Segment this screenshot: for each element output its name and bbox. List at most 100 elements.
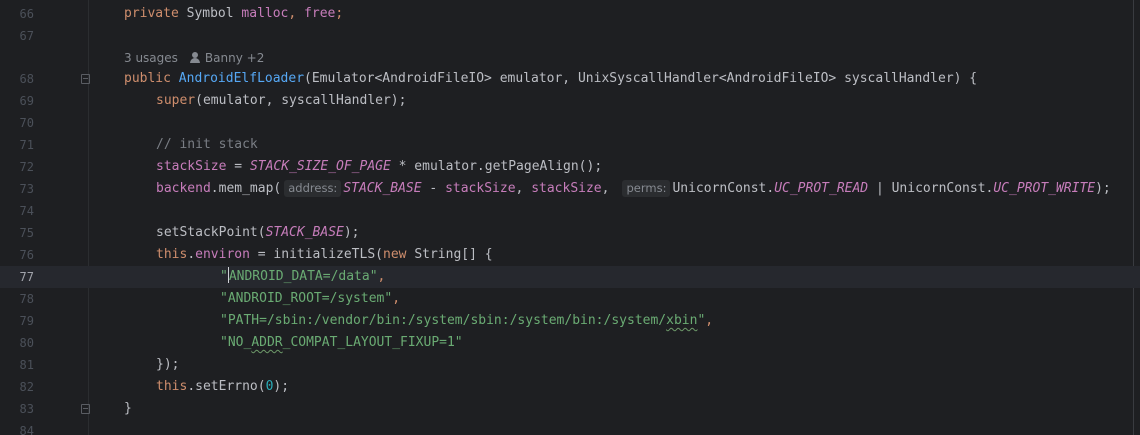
token-expr: * emulator.getPageAlign(); bbox=[390, 159, 603, 174]
line-number: 72 bbox=[19, 160, 34, 174]
code-text[interactable]: backend.mem_map(address: STACK_BASE - sta… bbox=[156, 178, 1111, 200]
token-constant: STACK_SIZE_OF_PAGE bbox=[249, 159, 391, 174]
code-text[interactable]: "ANDROID_DATA=/data", bbox=[220, 266, 385, 288]
code-text[interactable]: this.setErrno(0); bbox=[156, 376, 289, 398]
line-number: 71 bbox=[19, 138, 34, 152]
code-editor[interactable]: 66 private Symbol malloc, free; 67 3 usa… bbox=[0, 0, 1140, 435]
token-expr: | UnicornConst. bbox=[868, 181, 994, 196]
code-text[interactable]: this.environ = initializeTLS(new String[… bbox=[156, 244, 493, 266]
code-text[interactable]: super(emulator, syscallHandler); bbox=[156, 90, 406, 112]
token-punct: ); bbox=[1095, 181, 1111, 196]
token-constant: STACK_BASE bbox=[343, 181, 422, 196]
line-number: 80 bbox=[19, 336, 34, 350]
token-punct: } bbox=[124, 401, 132, 416]
line-number: 79 bbox=[19, 314, 34, 328]
token-punct: , bbox=[705, 313, 714, 328]
code-line-82[interactable]: 82 this.setErrno(0); bbox=[0, 376, 1140, 398]
line-number: 82 bbox=[19, 380, 34, 394]
code-text[interactable]: private Symbol malloc, free; bbox=[124, 3, 343, 25]
token-keyword: new bbox=[383, 247, 415, 262]
token-comment: // init stack bbox=[156, 137, 258, 152]
code-line-68[interactable]: 68 public AndroidElfLoader(Emulator<Andr… bbox=[0, 68, 1140, 90]
code-text[interactable]: }); bbox=[156, 354, 179, 376]
token-string: ANDROID_DATA=/data" bbox=[228, 269, 378, 284]
fold-toggle-icon[interactable] bbox=[81, 404, 90, 414]
token-field: stackSize bbox=[531, 181, 602, 196]
token-string-typo: xbin bbox=[666, 313, 698, 328]
line-number: 70 bbox=[19, 116, 34, 130]
token-method-name: AndroidElfLoader bbox=[178, 71, 305, 86]
token-keyword: this bbox=[156, 379, 188, 394]
token-class: UnicornConst. bbox=[672, 181, 775, 196]
code-line-70[interactable]: 70 bbox=[0, 112, 1140, 134]
code-line-73[interactable]: 73 backend.mem_map(address: STACK_BASE - … bbox=[0, 178, 1140, 200]
token-field: malloc bbox=[241, 6, 289, 21]
code-line-78[interactable]: 78 "ANDROID_ROOT=/system", bbox=[0, 288, 1140, 310]
fold-toggle-icon[interactable] bbox=[81, 74, 90, 84]
token-constant: UC_PROT_READ bbox=[774, 181, 869, 196]
token-string: "PATH=/sbin:/vendor/bin:/system/sbin:/sy… bbox=[220, 313, 667, 328]
code-text[interactable]: "PATH=/sbin:/vendor/bin:/system/sbin:/sy… bbox=[220, 310, 713, 332]
authors-lens[interactable]: Banny +2 bbox=[205, 51, 264, 65]
code-line-66[interactable]: 66 private Symbol malloc, free; bbox=[0, 3, 1140, 25]
line-number: 69 bbox=[19, 94, 34, 108]
token-string-typo: ADDR bbox=[251, 335, 283, 350]
token-keyword: super bbox=[156, 93, 196, 108]
token-punct: , bbox=[392, 291, 401, 306]
code-vision-lens: 3 usages Banny +2 bbox=[0, 47, 1140, 69]
token-operator: - bbox=[421, 181, 446, 196]
usages-lens[interactable]: 3 usages Banny +2 bbox=[124, 47, 264, 69]
code-line-79[interactable]: 79 "PATH=/sbin:/vendor/bin:/system/sbin:… bbox=[0, 310, 1140, 332]
token-punct: ; bbox=[335, 6, 344, 21]
code-line-80[interactable]: 80 "NO_ADDR_COMPAT_LAYOUT_FIXUP=1" bbox=[0, 332, 1140, 354]
token-keyword: this bbox=[156, 247, 188, 262]
token-punct: }); bbox=[156, 357, 180, 372]
code-text[interactable]: // init stack bbox=[156, 134, 258, 156]
line-number: 67 bbox=[19, 29, 34, 43]
token-operator: = bbox=[226, 159, 250, 174]
token-params: (Emulator<AndroidFileIO> emulator, UnixS… bbox=[304, 71, 978, 86]
token-call: .mem_map( bbox=[210, 181, 282, 196]
token-constant: STACK_BASE bbox=[265, 225, 344, 240]
code-line-81[interactable]: 81 }); bbox=[0, 354, 1140, 376]
token-string: "ANDROID_ROOT=/system" bbox=[220, 291, 393, 306]
code-line-84[interactable]: 84 bbox=[0, 420, 1140, 435]
line-number: 66 bbox=[19, 7, 34, 21]
code-line-72[interactable]: 72 stackSize = STACK_SIZE_OF_PAGE * emul… bbox=[0, 156, 1140, 178]
token-args: (emulator, syscallHandler); bbox=[195, 93, 407, 108]
token-string: "NO_ bbox=[220, 335, 252, 350]
line-number: 76 bbox=[19, 248, 34, 262]
code-text[interactable]: setStackPoint(STACK_BASE); bbox=[156, 222, 360, 244]
line-number: 73 bbox=[19, 182, 34, 196]
token-punct: , bbox=[515, 181, 532, 196]
token-field: environ bbox=[195, 247, 250, 262]
token-string: _COMPAT_LAYOUT_FIXUP=1" bbox=[282, 335, 463, 350]
token-call: setStackPoint( bbox=[156, 225, 266, 240]
token-type: Symbol bbox=[186, 6, 242, 21]
code-line-71[interactable]: 71 // init stack bbox=[0, 134, 1140, 156]
token-keyword: public bbox=[124, 71, 179, 86]
code-text[interactable]: stackSize = STACK_SIZE_OF_PAGE * emulato… bbox=[156, 156, 602, 178]
person-icon bbox=[189, 52, 200, 63]
code-line-75[interactable]: 75 setStackPoint(STACK_BASE); bbox=[0, 222, 1140, 244]
code-text[interactable]: "ANDROID_ROOT=/system", bbox=[220, 288, 400, 310]
token-punct: , bbox=[377, 269, 386, 284]
code-line-74[interactable]: 74 bbox=[0, 200, 1140, 222]
token-field: backend bbox=[156, 181, 211, 196]
token-field: stackSize bbox=[445, 181, 516, 196]
code-line-76[interactable]: 76 this.environ = initializeTLS(new Stri… bbox=[0, 244, 1140, 266]
code-text[interactable]: public AndroidElfLoader(Emulator<Android… bbox=[124, 68, 977, 90]
code-line-83[interactable]: 83 } bbox=[0, 398, 1140, 420]
code-text[interactable]: "NO_ADDR_COMPAT_LAYOUT_FIXUP=1" bbox=[220, 332, 463, 354]
code-text[interactable]: } bbox=[124, 398, 132, 420]
line-number: 84 bbox=[19, 424, 34, 435]
code-line-69[interactable]: 69 super(emulator, syscallHandler); bbox=[0, 90, 1140, 112]
token-field: free bbox=[304, 6, 336, 21]
token-punct: , bbox=[601, 181, 610, 196]
token-type: String[] { bbox=[414, 247, 493, 262]
usages-count[interactable]: 3 usages bbox=[124, 51, 178, 65]
token-punct: . bbox=[187, 247, 196, 262]
code-line-77-current[interactable]: 77 "ANDROID_DATA=/data", bbox=[0, 266, 1140, 288]
code-line-67[interactable]: 67 bbox=[0, 25, 1140, 47]
line-number: 78 bbox=[19, 292, 34, 306]
